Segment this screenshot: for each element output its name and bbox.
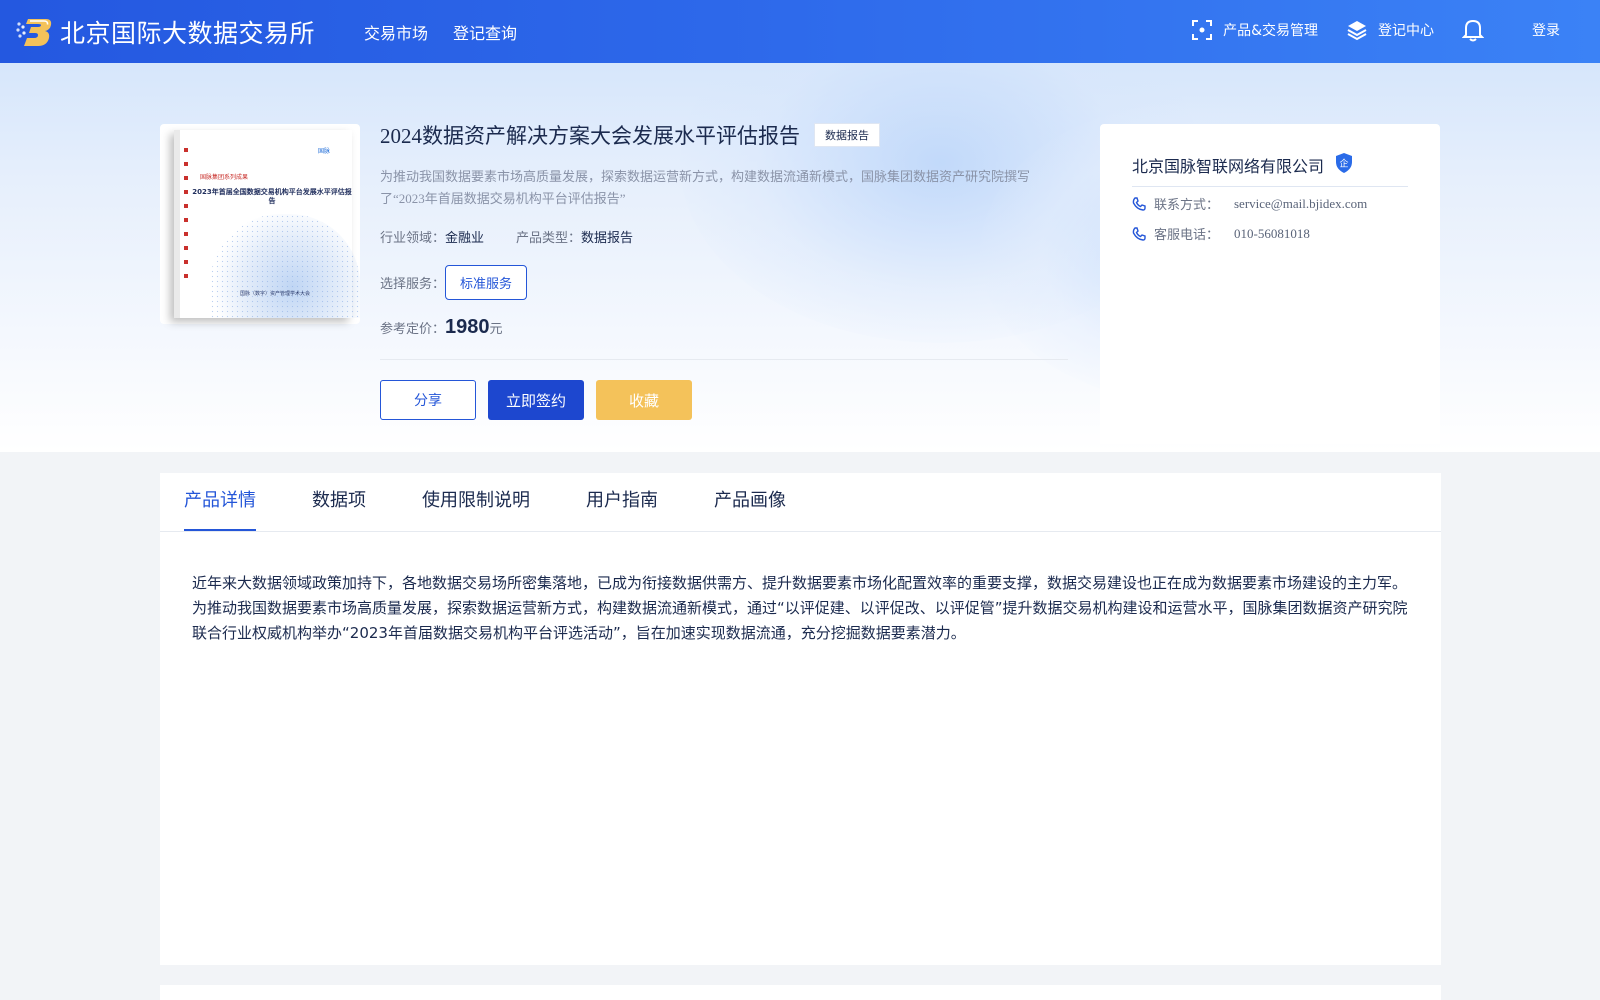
main-nav: 交易市场 登记查询 [364,20,517,44]
share-button[interactable]: 分享 [380,380,476,420]
product-hero: 国脉 国脉集团系列成果 2023年首届全国数据交易机构平台发展水平评估报告 国脉… [0,63,1600,452]
svg-text:企: 企 [1340,158,1349,170]
cover-title: 2023年首届全国数据交易机构平台发展水平评估报告 [192,188,352,205]
scan-focus-icon [1192,20,1213,40]
tab-product-portrait[interactable]: 产品画像 [714,473,786,531]
product-title: 2024数据资产解决方案大会发展水平评估报告 [380,124,800,148]
bell-icon [1462,19,1484,42]
service-label: 选择服务： [380,277,446,292]
price-label: 参考定价： [380,322,446,337]
product-detail-card: 产品详情 数据项 使用限制说明 用户指南 产品画像 近年来大数据领域政策加持下，… [160,473,1441,965]
service-selector: 选择服务： 标准服务 [380,265,528,300]
industry-value: 金融业 [445,231,485,246]
phone-icon [1132,196,1146,211]
product-cover: 国脉 国脉集团系列成果 2023年首届全国数据交易机构平台发展水平评估报告 国脉… [160,124,360,324]
tab-user-guide[interactable]: 用户指南 [586,473,658,531]
product-type-tag: 数据报告 [814,123,880,147]
tab-usage-restrictions[interactable]: 使用限制说明 [422,473,530,531]
enterprise-verified-icon: 企 [1334,152,1354,178]
product-title-row: 2024数据资产解决方案大会发展水平评估报告 数据报告 [380,120,880,150]
product-attributes: 行业领域： 金融业 产品类型： 数据报告 [380,227,633,246]
register-center-link[interactable]: 登记中心 [1346,19,1434,41]
phone-label: 客服电话： [1154,228,1220,243]
tabs-divider [160,531,1441,532]
bjidex-logo-icon [16,16,52,48]
action-buttons: 分享 立即签约 收藏 [380,380,692,420]
product-description: 为推动我国数据要素市场高质量发展，探索数据运营新方式，构建数据流通新模式，国脉集… [380,169,1031,206]
brand[interactable]: 北京国际大数据交易所 [16,14,315,50]
login-link[interactable]: 登录 [1532,20,1560,40]
attr-spacer [484,227,516,246]
cover-publisher: 国脉 [318,148,331,155]
brand-name: 北京国际大数据交易所 [60,19,316,48]
register-center-label: 登记中心 [1378,23,1434,39]
product-trade-management-link[interactable]: 产品&交易管理 [1191,19,1318,41]
favorite-button[interactable]: 收藏 [596,380,692,420]
product-type-value: 数据报告 [581,231,634,246]
top-navigation-bar: 北京国际大数据交易所 交易市场 登记查询 产品&交易管理 登记中心 登录 [0,0,1600,63]
price-value: 1980 [445,316,490,338]
contact-email[interactable]: service@mail.bjidex.com [1234,196,1367,212]
report-book-image: 国脉 国脉集团系列成果 2023年首届全国数据交易机构平台发展水平评估报告 国脉… [174,130,360,318]
globe-graphic [210,214,360,318]
right-nav: 产品&交易管理 登记中心 登录 [1163,18,1560,42]
phone-row: 客服电话： 010-56081018 [1132,224,1310,243]
tab-product-details[interactable]: 产品详情 [184,473,256,531]
cover-footer: 国脉（数字）资产管理学术大会 [240,291,311,297]
company-name-row: 北京国脉智联网络有限公司 企 [1132,152,1354,178]
book-spine [184,148,188,278]
tab-data-items[interactable]: 数据项 [312,473,366,531]
divider [380,359,1068,360]
detail-tabs: 产品详情 数据项 使用限制说明 用户指南 产品画像 [184,473,786,531]
product-details-content: 近年来大数据领域政策加持下，各地数据交易场所密集落地，已成为衔接数据供需方、提升… [192,574,1408,642]
contact-label: 联系方式： [1154,198,1220,213]
company-card: 北京国脉智联网络有限公司 企 联系方式： service@mail.bjidex… [1100,124,1440,444]
layers-icon [1347,21,1367,41]
phone-number: 010-56081018 [1234,225,1310,241]
phone-icon [1132,226,1146,241]
standard-service-option[interactable]: 标准服务 [445,265,528,300]
next-section-card [160,985,1441,1000]
price-row: 参考定价： 1980 元 [380,316,503,339]
company-divider [1132,186,1408,187]
product-trade-management-label: 产品&交易管理 [1223,23,1318,39]
company-name[interactable]: 北京国脉智联网络有限公司 [1132,153,1324,177]
nav-trading-market[interactable]: 交易市场 [364,20,428,44]
nav-registration-query[interactable]: 登记查询 [453,20,517,44]
price-unit: 元 [489,322,503,337]
industry-label: 行业领域： [380,231,446,246]
product-type-label: 产品类型： [516,231,582,246]
cover-series: 国脉集团系列成果 [200,174,249,181]
notifications-button[interactable] [1462,18,1494,42]
sign-now-button[interactable]: 立即签约 [488,380,584,420]
contact-row: 联系方式： service@mail.bjidex.com [1132,194,1367,213]
